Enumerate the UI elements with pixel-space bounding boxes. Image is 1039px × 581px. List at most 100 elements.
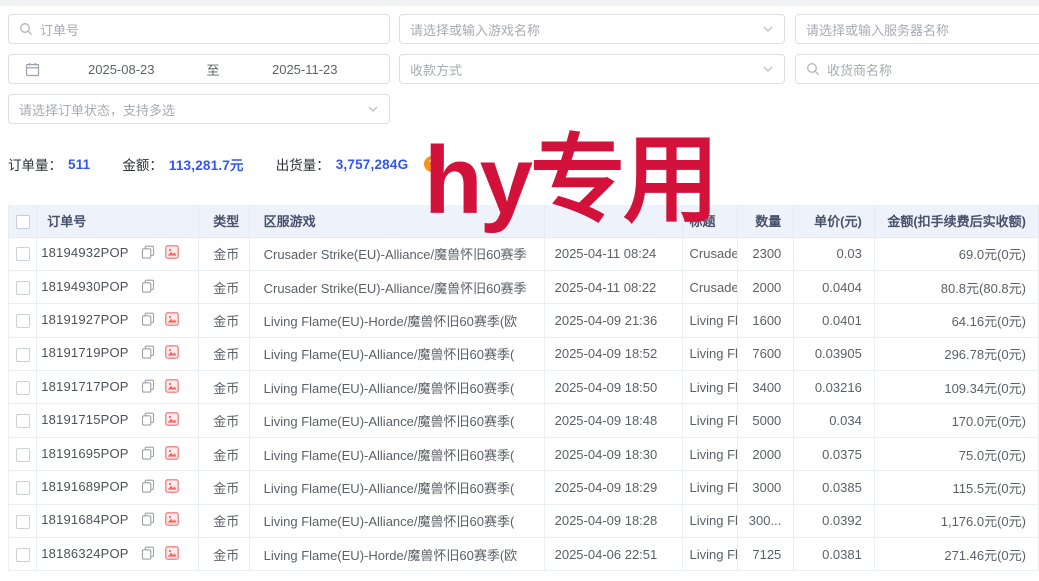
order-title: Living Fl bbox=[682, 337, 737, 370]
unit-price: 0.0404 bbox=[794, 270, 875, 303]
order-number: 18191717POP bbox=[41, 379, 129, 394]
image-icon[interactable] bbox=[165, 446, 179, 463]
row-checkbox[interactable] bbox=[16, 281, 30, 295]
row-checkbox[interactable] bbox=[16, 448, 30, 462]
help-icon[interactable]: ? bbox=[424, 156, 440, 172]
copy-icon[interactable] bbox=[141, 512, 155, 529]
game-server: Crusader Strike(EU)-Alliance/魔兽怀旧60赛季 bbox=[249, 270, 544, 303]
row-checkbox[interactable] bbox=[16, 481, 30, 495]
order-time: 2025-04-09 18:50 bbox=[544, 371, 682, 404]
table-row: 18191684POP 金币 Living Flame(EU)-Alliance… bbox=[9, 504, 1039, 537]
image-icon[interactable] bbox=[165, 512, 179, 529]
chevron-down-icon bbox=[367, 103, 379, 115]
copy-icon[interactable] bbox=[141, 279, 155, 296]
row-checkbox[interactable] bbox=[16, 515, 30, 529]
server-name-placeholder: 请选择或输入服务器名称 bbox=[806, 20, 1039, 39]
order-type: 金币 bbox=[199, 337, 249, 370]
order-time: 2025-04-09 18:29 bbox=[544, 471, 682, 504]
order-time: 2025-04-09 18:48 bbox=[544, 404, 682, 437]
order-number-input[interactable]: 订单号 bbox=[8, 14, 390, 44]
row-checkbox[interactable] bbox=[16, 247, 30, 261]
order-type: 金币 bbox=[199, 304, 249, 337]
order-time: 2025-04-11 08:22 bbox=[544, 270, 682, 303]
game-server: Living Flame(EU)-Alliance/魔兽怀旧60赛季( bbox=[249, 404, 544, 437]
amount: 170.0元(0元) bbox=[874, 404, 1038, 437]
quantity: 300... bbox=[737, 504, 793, 537]
unit-price: 0.034 bbox=[794, 404, 875, 437]
table-row: 18186324POP 金币 Living Flame(EU)-Horde/魔兽… bbox=[9, 538, 1039, 571]
copy-icon[interactable] bbox=[141, 412, 155, 429]
date-end-value[interactable]: 2025-11-23 bbox=[231, 62, 380, 77]
image-icon[interactable] bbox=[165, 479, 179, 496]
amount: 115.5元(0元) bbox=[874, 471, 1038, 504]
row-checkbox[interactable] bbox=[16, 381, 30, 395]
calendar-icon bbox=[25, 62, 40, 77]
order-title: Living Fl bbox=[682, 304, 737, 337]
row-checkbox[interactable] bbox=[16, 348, 30, 362]
unit-price: 0.0392 bbox=[794, 504, 875, 537]
order-count-value: 511 bbox=[68, 157, 90, 172]
image-icon[interactable] bbox=[165, 345, 179, 362]
image-icon[interactable] bbox=[165, 546, 179, 563]
image-icon[interactable] bbox=[165, 312, 179, 329]
row-checkbox[interactable] bbox=[16, 414, 30, 428]
order-status-select[interactable]: 请选择订单状态，支持多选 bbox=[8, 94, 390, 124]
copy-icon[interactable] bbox=[141, 312, 155, 329]
order-time: 2025-04-09 18:30 bbox=[544, 437, 682, 470]
order-type: 金币 bbox=[199, 270, 249, 303]
quantity: 3000 bbox=[737, 471, 793, 504]
image-icon[interactable] bbox=[165, 412, 179, 429]
game-server: Crusader Strike(EU)-Alliance/魔兽怀旧60赛季 bbox=[249, 237, 544, 270]
chevron-down-icon bbox=[762, 63, 774, 75]
table-row: 18191695POP 金币 Living Flame(EU)-Alliance… bbox=[9, 437, 1039, 470]
copy-icon[interactable] bbox=[141, 479, 155, 496]
payment-method-select[interactable]: 收款方式 bbox=[399, 54, 785, 84]
order-title: Living Fl bbox=[682, 371, 737, 404]
amount: 109.34元(0元) bbox=[874, 371, 1038, 404]
copy-icon[interactable] bbox=[141, 446, 155, 463]
header-amount: 金额(扣手续费后实收额) bbox=[874, 205, 1038, 237]
amount: 271.46元(0元) bbox=[874, 538, 1038, 571]
game-server: Living Flame(EU)-Horde/魔兽怀旧60赛季(欧 bbox=[249, 304, 544, 337]
row-checkbox[interactable] bbox=[16, 314, 30, 328]
header-time bbox=[544, 205, 682, 237]
unit-price: 0.03 bbox=[794, 237, 875, 270]
receiver-name-input[interactable]: 收货商名称 bbox=[795, 54, 1039, 84]
table-row: 18194930POP 金币 Crusader Strike(EU)-Allia… bbox=[9, 270, 1039, 303]
amount: 1,176.0元(0元) bbox=[874, 504, 1038, 537]
date-start-value[interactable]: 2025-08-23 bbox=[47, 62, 196, 77]
order-time: 2025-04-11 08:24 bbox=[544, 237, 682, 270]
order-time: 2025-04-09 21:36 bbox=[544, 304, 682, 337]
row-checkbox[interactable] bbox=[16, 548, 30, 562]
image-icon[interactable] bbox=[165, 245, 179, 262]
order-title: Crusade bbox=[682, 237, 737, 270]
order-number: 18191927POP bbox=[41, 312, 129, 327]
order-type: 金币 bbox=[199, 371, 249, 404]
server-name-select[interactable]: 请选择或输入服务器名称 bbox=[795, 14, 1039, 44]
order-number: 18191715POP bbox=[41, 412, 129, 427]
order-time: 2025-04-09 18:52 bbox=[544, 337, 682, 370]
copy-icon[interactable] bbox=[141, 245, 155, 262]
table-row: 18191689POP 金币 Living Flame(EU)-Alliance… bbox=[9, 471, 1039, 504]
order-type: 金币 bbox=[199, 538, 249, 571]
game-server: Living Flame(EU)-Alliance/魔兽怀旧60赛季( bbox=[249, 504, 544, 537]
header-qty: 数量 bbox=[737, 205, 793, 237]
select-all-checkbox[interactable] bbox=[16, 215, 30, 229]
copy-icon[interactable] bbox=[141, 379, 155, 396]
top-strip bbox=[0, 0, 1039, 6]
quantity: 3400 bbox=[737, 371, 793, 404]
amount: 75.0元(0元) bbox=[874, 437, 1038, 470]
copy-icon[interactable] bbox=[141, 345, 155, 362]
game-server: Living Flame(EU)-Horde/魔兽怀旧60赛季(欧 bbox=[249, 538, 544, 571]
copy-icon[interactable] bbox=[141, 546, 155, 563]
game-name-select[interactable]: 请选择或输入游戏名称 bbox=[399, 14, 785, 44]
date-range-picker[interactable]: 2025-08-23 至 2025-11-23 bbox=[8, 54, 390, 84]
order-title: Living Fl bbox=[682, 404, 737, 437]
image-icon[interactable] bbox=[165, 379, 179, 396]
chevron-down-icon bbox=[762, 23, 774, 35]
order-title: Living Fl bbox=[682, 538, 737, 571]
amount: 80.8元(80.8元) bbox=[874, 270, 1038, 303]
order-time: 2025-04-09 18:28 bbox=[544, 504, 682, 537]
table-row: 18191715POP 金币 Living Flame(EU)-Alliance… bbox=[9, 404, 1039, 437]
order-number: 18191684POP bbox=[41, 512, 129, 527]
